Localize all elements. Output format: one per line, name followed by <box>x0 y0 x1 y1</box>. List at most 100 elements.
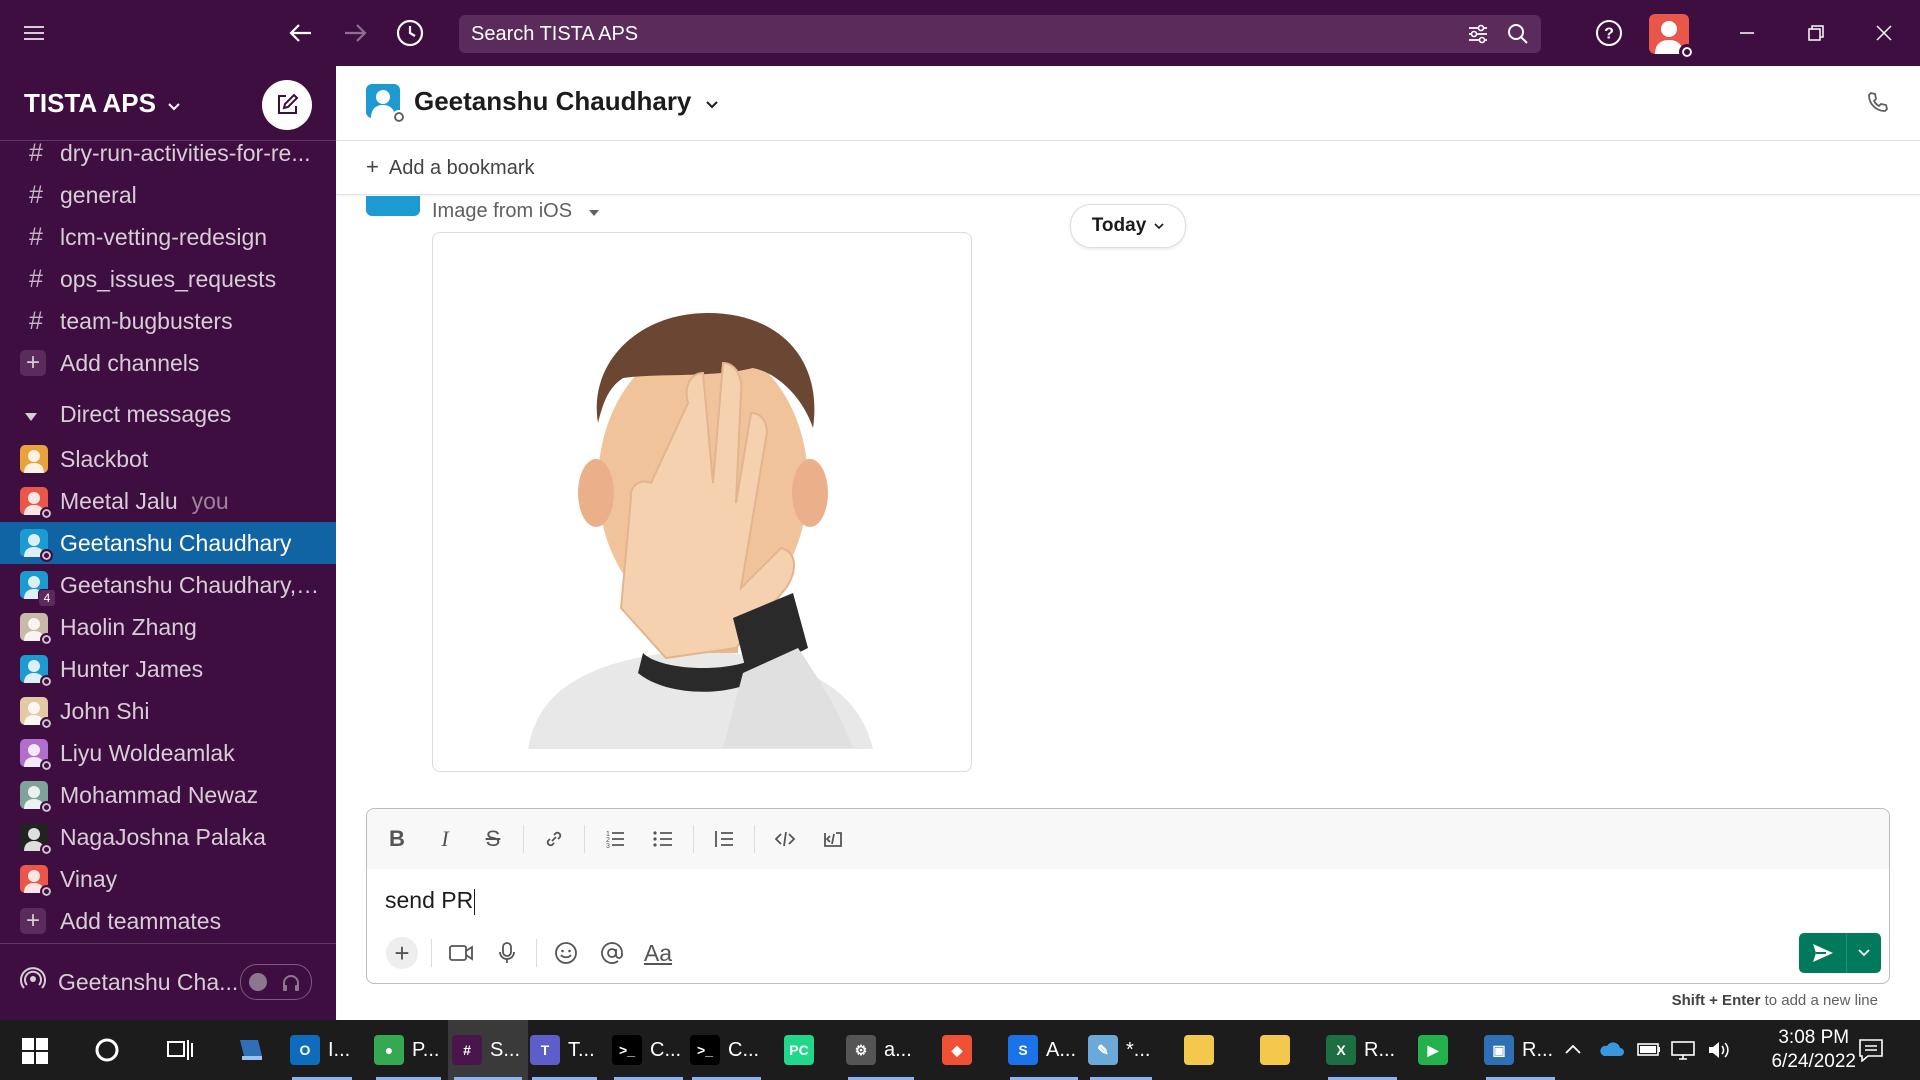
file-label-text: Image from iOS <box>432 200 573 222</box>
taskbar-app[interactable]: ▣ R... <box>1480 1020 1561 1080</box>
notifications-icon[interactable] <box>1858 1038 1884 1067</box>
windows-start-icon[interactable] <box>22 1038 48 1069</box>
bold-icon[interactable]: B <box>373 819 421 859</box>
add-channels-button[interactable]: + Add channels <box>0 342 336 384</box>
cortana-search-icon[interactable] <box>94 1037 120 1068</box>
italic-icon[interactable]: I <box>421 819 469 859</box>
network-icon[interactable] <box>1670 1039 1696 1066</box>
mention-icon[interactable] <box>589 933 635 973</box>
taskbar-app-label: P... <box>412 1038 440 1061</box>
back-arrow-icon[interactable] <box>284 16 318 50</box>
taskbar-app[interactable]: ● P... <box>370 1020 447 1080</box>
channel-item[interactable]: # team-bugbusters <box>0 300 336 342</box>
taskbar-app[interactable]: T T... <box>526 1020 603 1080</box>
channel-item[interactable]: # general <box>0 174 336 216</box>
code-block-icon[interactable] <box>809 819 857 859</box>
dm-item[interactable]: Geetanshu Chaudhary <box>0 522 336 564</box>
battery-icon[interactable] <box>1636 1040 1662 1063</box>
taskbar-app[interactable]: ◆ <box>938 1020 988 1080</box>
taskbar-app[interactable] <box>1256 1020 1306 1080</box>
add-teammates-label: Add teammates <box>60 907 222 934</box>
date-divider-pill[interactable]: Today <box>1070 204 1186 248</box>
caret-down-icon[interactable] <box>588 209 600 217</box>
search-bar[interactable]: Search TISTA APS <box>459 15 1541 53</box>
dm-item[interactable]: Meetal Jalu you <box>0 480 336 522</box>
microphone-icon[interactable] <box>484 933 530 973</box>
phone-call-icon[interactable] <box>1866 90 1890 119</box>
direct-messages-header[interactable]: Direct messages <box>0 390 336 438</box>
footer-user-name[interactable]: Geetanshu Cha... <box>58 969 238 996</box>
help-icon[interactable]: ? <box>1592 16 1626 50</box>
emoji-icon[interactable] <box>543 933 589 973</box>
search-icon[interactable] <box>1507 23 1529 51</box>
dm-item[interactable]: John Shi <box>0 690 336 732</box>
dm-item[interactable]: Haolin Zhang <box>0 606 336 648</box>
taskbar-app[interactable]: ✎ *... <box>1084 1020 1158 1080</box>
workspace-name[interactable]: TISTA APS <box>24 88 181 119</box>
volume-icon[interactable] <box>1706 1039 1732 1066</box>
strikethrough-icon[interactable]: S <box>469 819 517 859</box>
add-bookmark-button[interactable]: + Add a bookmark <box>366 154 535 180</box>
add-teammates-button[interactable]: + Add teammates <box>0 900 336 942</box>
message-input[interactable]: send PR <box>385 887 476 915</box>
sender-avatar[interactable] <box>366 196 420 216</box>
dm-name: John Shi <box>60 697 150 724</box>
pinned-app-icon[interactable] <box>236 1036 266 1069</box>
taskbar-app[interactable]: O I... <box>286 1020 358 1080</box>
image-attachment[interactable] <box>432 232 972 772</box>
taskbar-app[interactable]: ▶ <box>1414 1020 1464 1080</box>
taskbar-app-label: T... <box>568 1038 595 1061</box>
filter-sliders-icon[interactable] <box>1467 23 1489 51</box>
text-formatting-icon[interactable]: Aa <box>635 933 681 973</box>
dm-item[interactable]: Mohammad Newaz <box>0 774 336 816</box>
send-button[interactable] <box>1799 933 1848 973</box>
code-icon[interactable] <box>761 819 809 859</box>
system-clock[interactable]: 3:08 PM 6/24/2022 <box>1771 1026 1856 1074</box>
taskbar-app[interactable]: X R... <box>1322 1020 1403 1080</box>
video-clip-icon[interactable] <box>438 933 484 973</box>
user-avatar[interactable] <box>1649 14 1695 60</box>
new-message-button[interactable] <box>262 80 312 130</box>
taskbar-app[interactable]: >_ C... <box>608 1020 689 1080</box>
hamburger-menu-icon[interactable] <box>18 16 52 50</box>
dm-item[interactable]: Slackbot <box>0 438 336 480</box>
attach-button[interactable]: + <box>379 933 425 973</box>
dm-name: Vinay <box>60 865 118 892</box>
file-label[interactable]: Image from iOS <box>432 200 600 223</box>
dm-item[interactable]: 4 Geetanshu Chaudhary, ... <box>0 564 336 607</box>
link-icon[interactable] <box>530 819 578 859</box>
channel-item[interactable]: # ops_issues_requests <box>0 258 336 300</box>
windows-taskbar: O I... ● P... # S... T T... >_ C... >_ C... PC ⚙ a... ◆… <box>0 1020 1920 1080</box>
show-hidden-icons-chevron-icon[interactable] <box>1564 1042 1582 1060</box>
channel-item[interactable]: # lcm-vetting-redesign <box>0 216 336 258</box>
dm-item[interactable]: Vinay <box>0 858 336 900</box>
taskbar-app[interactable]: >_ C... <box>686 1020 767 1080</box>
blockquote-icon[interactable] <box>700 819 748 859</box>
history-clock-icon[interactable] <box>393 16 427 50</box>
close-window-icon[interactable] <box>1867 16 1901 50</box>
caret-down-icon[interactable] <box>24 401 38 428</box>
task-view-icon[interactable] <box>166 1037 194 1068</box>
dm-name: Haolin Zhang <box>60 613 197 640</box>
dm-item[interactable]: Liyu Woldeamlak <box>0 732 336 774</box>
onedrive-icon[interactable] <box>1598 1040 1624 1063</box>
taskbar-app[interactable]: ⚙ a... <box>842 1020 920 1080</box>
taskbar-app[interactable]: PC <box>780 1020 830 1080</box>
bulleted-list-icon[interactable] <box>639 819 687 859</box>
huddle-toggle[interactable] <box>240 964 312 1000</box>
dm-item[interactable]: Hunter James <box>0 648 336 690</box>
taskbar-app[interactable]: S A... <box>1004 1020 1084 1080</box>
restore-window-icon[interactable] <box>1799 16 1833 50</box>
hint-text: to add a new line <box>1760 992 1878 1009</box>
taskbar-app[interactable] <box>1180 1020 1230 1080</box>
minimize-window-icon[interactable] <box>1730 16 1764 50</box>
schedule-send-button[interactable] <box>1847 933 1881 973</box>
huddle-icon[interactable] <box>20 966 46 998</box>
channel-title[interactable]: Geetanshu Chaudhary <box>414 86 719 117</box>
dm-item[interactable]: NagaJoshna Palaka <box>0 816 336 858</box>
taskbar-app[interactable]: # S... <box>448 1020 529 1080</box>
ordered-list-icon[interactable]: 123 <box>591 819 639 859</box>
hash-icon: # <box>29 180 43 209</box>
git-icon: ◆ <box>942 1035 972 1065</box>
forward-arrow-icon[interactable] <box>338 16 372 50</box>
